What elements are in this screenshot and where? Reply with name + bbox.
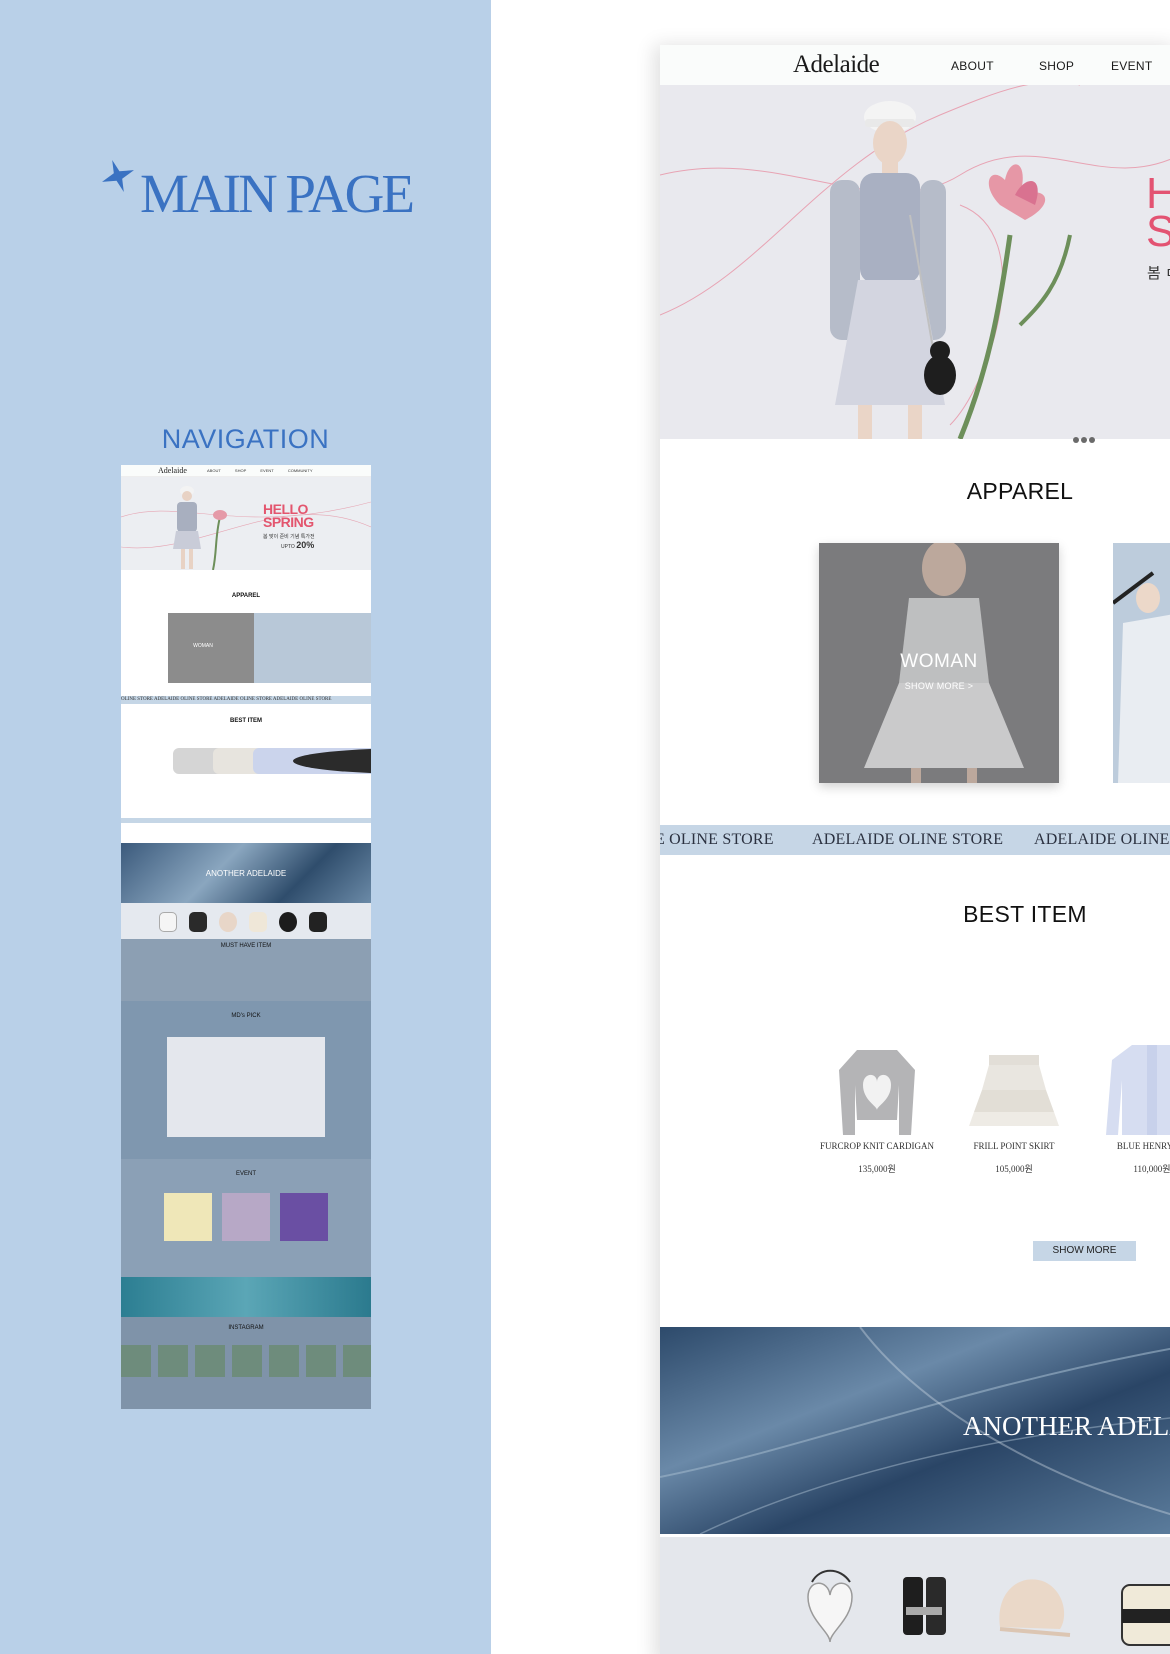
product-card-cardigan[interactable]: FURCROP KNIT CARDIGAN 135,000원 (820, 1040, 934, 1174)
mini-marquee: OLINE STORE ADELAIDE OLINE STORE ADELAID… (121, 696, 371, 704)
mini-model-image (173, 486, 201, 569)
main-page-preview: Adelaide ABOUT SHOP EVENT H S 봄 APPAREL … (660, 45, 1170, 1654)
product-card-shirt[interactable]: BLUE HENRY NE 110,000원 (1097, 1040, 1170, 1174)
mini-hero: HELLO SPRING 봄 맞이 준비 기념 특가전 UPTO 20% (121, 477, 371, 570)
top-navigation: Adelaide ABOUT SHOP EVENT (660, 45, 1170, 85)
mini-best-title: BEST ITEM (229, 718, 262, 724)
online-store-marquee: E OLINE STORE ADELAIDE OLINE STORE ADELA… (660, 825, 1170, 855)
sparkle-icon (102, 160, 134, 192)
mini-accessories (121, 903, 371, 939)
man-card-image (1113, 543, 1170, 783)
mini-nav-links: ABOUT SHOP EVENT COMMUNITY (207, 468, 326, 473)
best-item-title: BEST ITEM (963, 901, 1087, 927)
show-more-button[interactable]: SHOW MORE (1033, 1241, 1136, 1261)
mini-acc-hat[interactable] (279, 912, 297, 932)
woman-card[interactable]: WOMAN SHOW MORE > (819, 543, 1059, 783)
mini-hero-lines (121, 501, 371, 549)
mini-hero-upto: UPTO 20% (281, 540, 315, 550)
mini-mds-pick: MD's PICK (121, 1001, 371, 1159)
woman-show-more-link[interactable]: SHOW MORE > (819, 681, 1059, 691)
hero-carousel-dots[interactable] (1073, 430, 1097, 448)
mini-instagram: INSTAGRAM (121, 1317, 371, 1409)
nav-about[interactable]: ABOUT (951, 59, 994, 73)
mini-hero-sub: 봄 맞이 준비 기념 특가전 (263, 534, 315, 540)
mini-event-title: EVENT (235, 1171, 256, 1177)
man-card[interactable] (1113, 543, 1170, 783)
mini-mds-title: MD's PICK (231, 1013, 261, 1019)
product-price: 110,000원 (1133, 1164, 1170, 1174)
mini-show-more[interactable] (121, 818, 371, 823)
mini-acc-tote[interactable] (249, 912, 267, 932)
mini-must-title: MUST HAVE ITEM (220, 943, 272, 949)
nav-event[interactable]: EVENT (1111, 59, 1153, 73)
shirt-image (1106, 1045, 1170, 1135)
mini-mds-card[interactable] (167, 1037, 325, 1137)
mini-event-card-1[interactable] (164, 1193, 212, 1241)
accessories-row (660, 1537, 1170, 1654)
mini-another-text: ANOTHER ADELAIDE (205, 869, 287, 878)
mini-logo: Adelaide (158, 466, 187, 475)
another-adelaide-banner[interactable]: ANOTHER ADELA (660, 1327, 1170, 1534)
skirt-image (969, 1055, 1059, 1126)
marquee-text-3: ADELAIDE OLINE S (1034, 831, 1170, 848)
marquee-text-1: E OLINE STORE (660, 831, 774, 848)
mini-man-card[interactable] (254, 613, 371, 683)
product-name: BLUE HENRY NE (1116, 1141, 1170, 1151)
product-price: 105,000원 (995, 1164, 1033, 1174)
marquee-text-2: ADELAIDE OLINE STORE (812, 831, 1004, 848)
mini-nav-community[interactable]: COMMUNITY (288, 468, 313, 473)
mini-acc-purse[interactable] (309, 912, 327, 932)
main-page-title: MAIN PAGE (140, 163, 415, 224)
navigation-subtitle: NAVIGATION (161, 424, 330, 454)
brand-logo[interactable]: Adelaide (793, 51, 880, 79)
hero-image (660, 85, 1170, 439)
mini-nav-event[interactable]: EVENT (260, 468, 273, 473)
cardigan-image (839, 1050, 915, 1135)
product-card-skirt[interactable]: FRILL POINT SKIRT 105,000원 (959, 1040, 1069, 1174)
another-adelaide-title: ANOTHER ADELA (963, 1411, 1170, 1441)
mini-flower-image (212, 510, 227, 570)
mini-apparel-title: APPAREL (231, 593, 261, 599)
apparel-title: APPAREL (966, 478, 1074, 504)
left-panel: MAIN PAGE NAVIGATION Adelaide ABOUT SHOP… (0, 0, 491, 1654)
accessories-image (807, 1569, 1170, 1646)
mini-another: ANOTHER ADELAIDE (121, 843, 371, 903)
mini-event-card-3[interactable] (280, 1193, 328, 1241)
mini-woman-label: WOMAN (193, 643, 213, 649)
mini-insta-title: INSTAGRAM (228, 1325, 264, 1331)
mini-event: EVENT (121, 1159, 371, 1277)
mini-insta-strip[interactable] (121, 1345, 371, 1377)
presentation-canvas: MAIN PAGE NAVIGATION Adelaide ABOUT SHOP… (0, 0, 1170, 1654)
mini-banner[interactable] (121, 1277, 371, 1317)
product-name: FRILL POINT SKIRT (973, 1141, 1055, 1151)
hero-banner[interactable]: HS 봄 ㅁ (660, 85, 1170, 439)
mini-acc-cap[interactable] (219, 912, 237, 932)
mini-nav: Adelaide ABOUT SHOP EVENT COMMUNITY (121, 465, 371, 477)
mini-nav-shop[interactable]: SHOP (235, 468, 246, 473)
mini-acc-bag[interactable] (159, 912, 177, 932)
hero-subtitle: 봄 ㅁ (1147, 265, 1170, 282)
nav-shop[interactable]: SHOP (1039, 59, 1074, 73)
hero-title: HS (1146, 169, 1170, 256)
product-price: 135,000원 (858, 1164, 896, 1174)
mini-page-preview: Adelaide ABOUT SHOP EVENT COMMUNITY HELL… (121, 465, 371, 1409)
woman-label: WOMAN (900, 651, 978, 672)
mini-hero-title: HELLO SPRING (263, 501, 314, 530)
mini-acc-gloves[interactable] (189, 912, 207, 932)
mini-nav-about[interactable]: ABOUT (207, 468, 221, 473)
mini-event-card-2[interactable] (222, 1193, 270, 1241)
product-name: FURCROP KNIT CARDIGAN (819, 1141, 935, 1151)
